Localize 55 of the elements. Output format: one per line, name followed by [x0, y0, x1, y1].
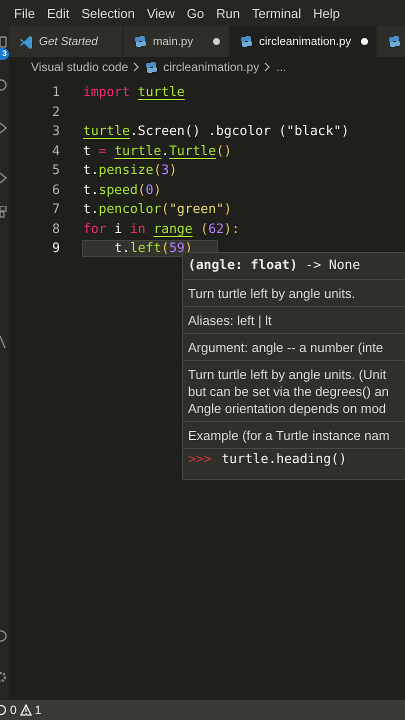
line-number: 2: [51, 104, 60, 120]
menu-item[interactable]: File: [8, 6, 41, 20]
line-number: 9: [51, 241, 60, 256]
vscode-logo-icon: [19, 34, 33, 48]
doc-paragraph: Example (for a Turtle instance nam: [183, 422, 405, 449]
settings-icon[interactable]: [0, 671, 8, 683]
warning-count[interactable]: 1: [34, 703, 42, 717]
python-file-icon: [388, 35, 402, 48]
menu-item[interactable]: Help: [307, 6, 346, 20]
menu-item[interactable]: View: [140, 6, 181, 20]
code-line: t.pencolor("green"): [83, 202, 232, 218]
tab[interactable]: [378, 26, 405, 57]
chevron-right-icon: [264, 62, 272, 72]
python-file-icon: [145, 60, 158, 74]
code-line: t.speed(0): [83, 182, 162, 198]
python-file-icon: [240, 35, 254, 48]
menu-item[interactable]: Go: [180, 6, 210, 20]
breadcrumb-item[interactable]: circleanimation.py: [163, 60, 260, 74]
code-line: t = turtle.Turtle(): [83, 144, 232, 159]
menu-item[interactable]: Run: [210, 6, 246, 20]
tab[interactable]: main.py: [124, 26, 228, 57]
python-file-icon: [134, 35, 147, 48]
breadcrumb-item[interactable]: ...: [276, 60, 286, 74]
notification-badge: 3: [0, 48, 9, 60]
line-number: 1: [51, 85, 60, 100]
chevron-right-icon: [133, 62, 140, 72]
code-line: import turtle: [83, 85, 185, 100]
menu-item[interactable]: Selection: [75, 6, 141, 20]
doc-paragraph: Aliases: left | lt: [183, 307, 405, 334]
extensions-icon[interactable]: [0, 206, 8, 218]
modified-dot-icon: [213, 38, 220, 45]
line-number: 5: [51, 163, 60, 178]
doc-paragraph: Turn turtle left by angle units.: [183, 280, 405, 307]
line-number: 4: [51, 144, 60, 159]
code-line: t.pensize(3): [83, 163, 177, 178]
tab[interactable]: Get Started: [9, 26, 122, 57]
chevron-icon[interactable]: [0, 122, 8, 134]
menu-item[interactable]: Edit: [40, 6, 76, 20]
code-line: turtle.Screen() .bgcolor ("black"): [83, 124, 350, 140]
tab[interactable]: circleanimation.py: [230, 26, 376, 57]
modified-dot-icon: [361, 38, 368, 45]
breadcrumb-item[interactable]: Visual studio code: [31, 60, 128, 74]
prompt-text: >>>: [188, 452, 212, 467]
doc-paragraph: Turn turtle left by angle units. (Unit but can be set via the degrees() an Angle orientation depends on mod: [183, 361, 405, 422]
doc-paragraph: Argument: angle -- a number (inte: [183, 334, 405, 361]
line-number: 3: [51, 124, 60, 140]
code-line: for i in range (62):: [83, 222, 240, 237]
line-number: 7: [51, 202, 60, 218]
error-count[interactable]: 0: [10, 703, 17, 717]
warning-icon[interactable]: [20, 704, 32, 716]
line-number: 8: [51, 222, 60, 237]
line-number: 6: [51, 182, 60, 198]
files-icon[interactable]: [0, 36, 8, 48]
menu-item[interactable]: Terminal: [246, 6, 308, 20]
example-code: turtle.heading(): [221, 452, 347, 467]
